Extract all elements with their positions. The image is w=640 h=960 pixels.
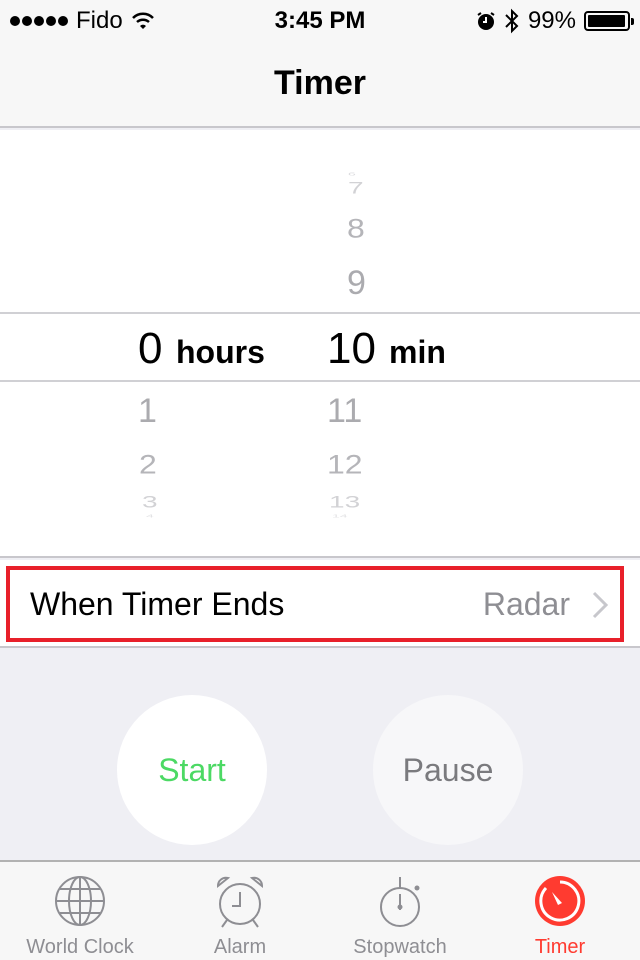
timer-sound-value: Radar xyxy=(482,586,570,622)
status-bar: Fido 3:45 PM 99% xyxy=(0,0,640,40)
selected-minutes[interactable]: 10 xyxy=(327,324,376,374)
picker-hour-option[interactable]: 1 xyxy=(138,392,157,431)
duration-picker[interactable]: 6 7 8 9 0 hours 10 min 1 2 3 4 11 12 13 … xyxy=(0,130,640,558)
battery-icon xyxy=(584,11,634,31)
selection-band xyxy=(0,312,640,382)
tab-label: Stopwatch xyxy=(353,936,447,958)
pause-button[interactable]: Pause xyxy=(373,695,523,845)
minutes-unit-label: min xyxy=(389,334,446,370)
picker-minute-option[interactable]: 7 xyxy=(348,178,364,197)
picker-minute-option[interactable]: 6 xyxy=(348,172,356,177)
tab-label: World Clock xyxy=(26,936,134,958)
chevron-right-icon xyxy=(592,591,609,619)
picker-minute-option[interactable]: 14 xyxy=(332,514,348,519)
page-title: Timer xyxy=(274,64,366,102)
stopwatch-icon xyxy=(380,877,420,927)
tab-timer[interactable]: Timer xyxy=(480,862,640,960)
start-button[interactable]: Start xyxy=(117,695,267,845)
picker-minute-option[interactable]: 13 xyxy=(329,492,360,511)
globe-icon xyxy=(55,876,105,926)
bluetooth-icon xyxy=(505,8,519,34)
hours-unit-label: hours xyxy=(176,334,265,370)
tab-stopwatch[interactable]: Stopwatch xyxy=(320,862,480,960)
picker-minute-option[interactable]: 12 xyxy=(327,449,363,480)
navigation-bar: Fido 3:45 PM 99% Timer xyxy=(0,0,640,128)
picker-minute-option[interactable]: 9 xyxy=(347,264,366,303)
picker-hour-option[interactable]: 2 xyxy=(139,449,157,480)
tab-alarm[interactable]: Alarm xyxy=(160,862,320,960)
timer-icon xyxy=(535,876,585,926)
picker-hour-option[interactable]: 4 xyxy=(146,514,154,519)
alarm-icon xyxy=(477,12,495,30)
picker-minute-option[interactable]: 8 xyxy=(347,213,365,244)
tab-bar: World Clock Alarm Stopwatch Timer xyxy=(0,860,640,960)
when-timer-ends-label: When Timer Ends xyxy=(30,586,285,622)
alarm-clock-icon xyxy=(217,876,263,928)
tab-label: Timer xyxy=(534,936,586,958)
battery-percent: 99% xyxy=(527,7,576,34)
picker-minute-option[interactable]: 11 xyxy=(327,392,362,431)
tab-world-clock[interactable]: World Clock xyxy=(0,862,160,960)
picker-hour-option[interactable]: 3 xyxy=(142,492,158,511)
selected-hours[interactable]: 0 xyxy=(138,324,162,374)
when-timer-ends-row[interactable]: When Timer Ends Radar xyxy=(0,560,640,648)
tab-label: Alarm xyxy=(213,936,267,958)
